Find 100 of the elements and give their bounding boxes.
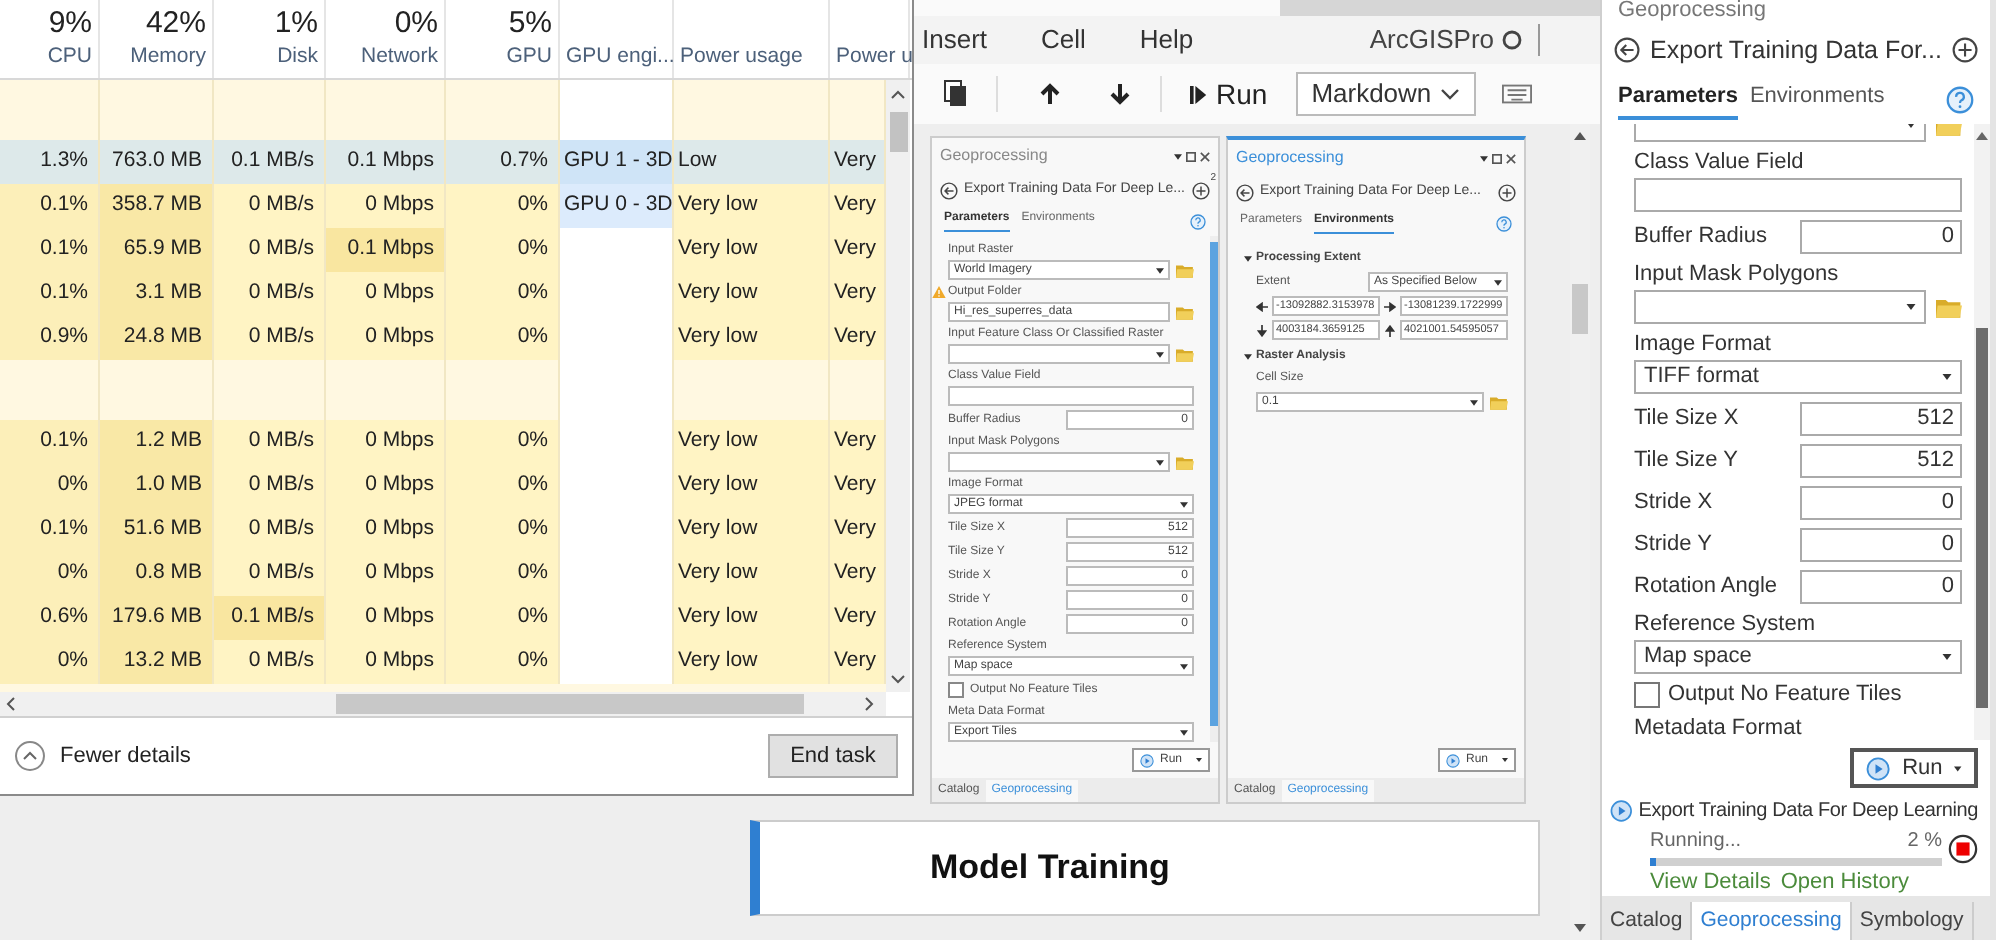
scrollbar-thumb[interactable]	[1976, 328, 1988, 708]
text-field[interactable]	[1634, 178, 1962, 212]
table-row[interactable]: 0.9% 24.8 MB 0 MB/s 0 Mbps 0% Very low Very	[0, 316, 886, 360]
maximize-icon[interactable]	[1186, 151, 1196, 161]
help-icon[interactable]	[1190, 213, 1206, 229]
table-cell: GPU 1 - 3D	[560, 140, 674, 184]
end-task-button[interactable]: End task	[768, 734, 898, 778]
column-label: Power u	[836, 42, 914, 70]
stop-icon[interactable]	[1948, 834, 1978, 864]
move-down-icon[interactable]	[1108, 82, 1132, 106]
scroll-right-icon[interactable]	[864, 696, 874, 712]
close-icon[interactable]	[1200, 151, 1210, 161]
link[interactable]: Open History	[1780, 866, 1910, 899]
move-up-icon[interactable]	[1038, 82, 1062, 106]
menu-item[interactable]: Cell	[1041, 20, 1086, 60]
table-row[interactable]: 0.1% 65.9 MB 0 MB/s 0.1 Mbps 0% Very low Very	[0, 228, 886, 272]
table-row[interactable]: 0% 13.2 MB 0 MB/s 0 Mbps 0% Very low Very	[0, 640, 886, 684]
column-header[interactable]: GPU engi...	[560, 0, 674, 78]
tab[interactable]: Environments	[1749, 80, 1885, 120]
tab[interactable]: Geoprocessing	[1692, 902, 1852, 940]
maximize-icon[interactable]	[1492, 153, 1502, 163]
add-icon[interactable]	[1498, 183, 1516, 201]
table-row[interactable]: 0.1% 3.1 MB 0 MB/s 0 Mbps 0% Very low Very	[0, 272, 886, 316]
back-icon[interactable]	[1614, 36, 1641, 64]
dropdown[interactable]: TIFF format	[1634, 360, 1962, 394]
keyboard-icon[interactable]	[1501, 84, 1532, 104]
column-header[interactable]: 9% CPU	[0, 0, 100, 78]
table-row[interactable]: 0.1% 51.6 MB 0 MB/s 0 Mbps 0% Very low Very	[0, 508, 886, 552]
scroll-up-icon[interactable]	[890, 90, 906, 100]
scrollbar[interactable]	[0, 692, 886, 716]
table-cell: 0.1%	[0, 420, 100, 464]
caret-icon	[1502, 758, 1508, 762]
expander-icon[interactable]	[1244, 256, 1252, 262]
number-field[interactable]: 512	[1800, 444, 1962, 478]
scroll-down-icon[interactable]	[1574, 924, 1586, 932]
menu-item[interactable]: Insert	[922, 20, 988, 60]
number-field[interactable]: 512	[1800, 402, 1962, 436]
table-cell: 0.1%	[0, 184, 100, 228]
text-field[interactable]	[948, 386, 1194, 406]
paste-icon[interactable]	[944, 80, 968, 108]
scrollbar-thumb[interactable]	[889, 112, 907, 152]
run-button[interactable]: Run	[1190, 73, 1268, 115]
scroll-up-icon[interactable]	[1976, 132, 1988, 140]
number-field[interactable]: 0	[1800, 570, 1962, 604]
dropdown[interactable]	[1634, 290, 1926, 324]
help-icon[interactable]	[1946, 86, 1974, 114]
table-row[interactable]: 0% 0.8 MB 0 MB/s 0 Mbps 0% Very low Very	[0, 552, 886, 596]
column-header[interactable]: Power usage	[674, 0, 830, 78]
tab[interactable]: Symbology	[1851, 902, 1974, 940]
fewer-details-button[interactable]: Fewer details	[14, 739, 191, 773]
checkbox[interactable]	[948, 682, 964, 698]
kernel-status-icon	[1502, 30, 1522, 50]
scroll-left-icon[interactable]	[6, 696, 16, 712]
play-icon[interactable]	[1610, 798, 1633, 824]
scroll-up-icon[interactable]	[1574, 132, 1586, 140]
table-cell: 0.1%	[0, 272, 100, 316]
table-cell: 0.1 Mbps	[326, 140, 446, 184]
table-row[interactable]: 1.3% 763.0 MB 0.1 MB/s 0.1 Mbps 0.7% GPU 1 - 3D Low Very	[0, 140, 886, 184]
number-field[interactable]: 0	[1800, 220, 1962, 254]
column-header[interactable]: 1% Disk	[214, 0, 326, 78]
column-header[interactable]: 0% Network	[326, 0, 446, 78]
scrollbar[interactable]	[886, 80, 910, 692]
table-row[interactable]: 0.1% 358.7 MB 0 MB/s 0 Mbps 0% GPU 0 - 3D Very low Very	[0, 184, 886, 228]
folder-icon[interactable]	[1936, 297, 1962, 317]
scrollbar-thumb[interactable]	[336, 694, 804, 714]
tab[interactable]: Parameters	[1618, 80, 1738, 120]
table-cell: 0%	[0, 464, 100, 508]
caret-icon[interactable]	[1174, 153, 1182, 159]
add-icon[interactable]	[1192, 181, 1210, 199]
table-row[interactable]: 0.1% 1.2 MB 0 MB/s 0 Mbps 0% Very low Very	[0, 420, 886, 464]
checkbox[interactable]	[1634, 682, 1660, 708]
scroll-down-icon[interactable]	[890, 674, 906, 684]
table-cell: 0 Mbps	[326, 272, 446, 316]
run-button[interactable]: Run	[1850, 748, 1978, 788]
add-icon[interactable]	[1951, 36, 1978, 64]
scrollbar-thumb[interactable]	[1572, 284, 1588, 334]
dropdown[interactable]: Map space	[1634, 640, 1962, 674]
number-field[interactable]: 0	[1800, 486, 1962, 520]
link[interactable]: View Details	[1650, 866, 1771, 899]
column-header[interactable]: Power u	[830, 0, 910, 78]
table-cell: Low	[674, 140, 830, 184]
back-icon[interactable]	[1236, 183, 1254, 201]
close-icon[interactable]	[1506, 153, 1516, 163]
column-header[interactable]: 5% GPU	[446, 0, 560, 78]
scrollbar[interactable]	[1974, 124, 1990, 740]
table-cell: 0.7%	[446, 140, 560, 184]
table-cell: 0%	[446, 184, 560, 228]
table-cell: 0.9%	[0, 316, 100, 360]
column-header[interactable]: 42% Memory	[100, 0, 214, 78]
back-icon[interactable]	[940, 181, 958, 199]
scrollbar-thumb[interactable]	[1210, 242, 1218, 726]
menu-item[interactable]: Help	[1139, 20, 1194, 60]
cell-type-dropdown[interactable]: Markdown	[1295, 72, 1476, 116]
caret-icon[interactable]	[1480, 155, 1488, 161]
table-row[interactable]: 0% 1.0 MB 0 MB/s 0 Mbps 0% Very low Very	[0, 464, 886, 508]
help-icon[interactable]	[1496, 215, 1512, 231]
number-field[interactable]: 0	[1800, 528, 1962, 562]
markdown-cell[interactable]: Model Training	[750, 820, 1540, 916]
expander-icon[interactable]	[1244, 354, 1252, 360]
table-row[interactable]: 0.6% 179.6 MB 0.1 MB/s 0 Mbps 0% Very low Very	[0, 596, 886, 640]
